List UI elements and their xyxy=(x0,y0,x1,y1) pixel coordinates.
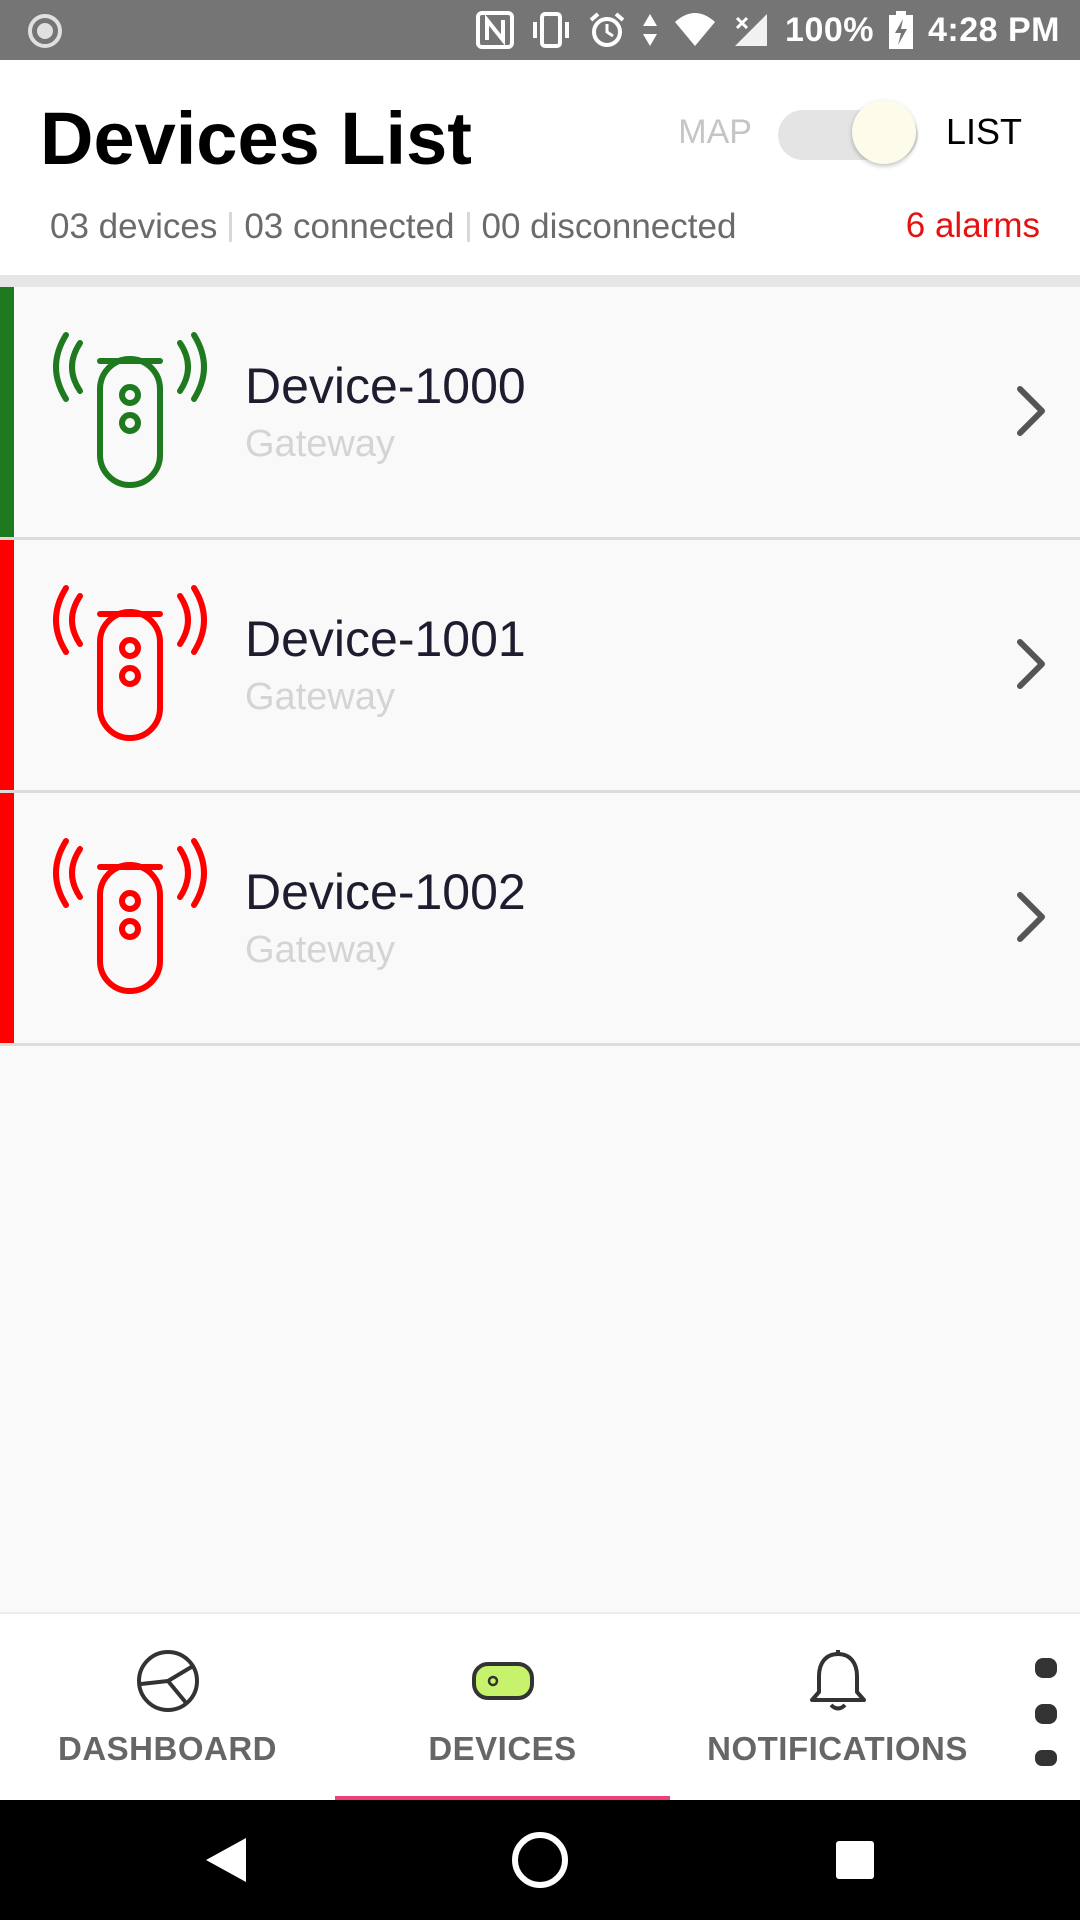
home-icon[interactable] xyxy=(510,1830,570,1890)
device-count: 03 devices xyxy=(50,207,218,246)
device-type: Gateway xyxy=(245,929,395,971)
alarms-count[interactable]: 6 alarms xyxy=(906,206,1040,246)
device-list: Device-1000 Gateway Device-1001 Gateway xyxy=(0,287,1080,1046)
nav-devices[interactable]: DEVICES xyxy=(335,1614,670,1802)
gateway-icon xyxy=(53,838,207,994)
nav-label: DASHBOARD xyxy=(58,1730,277,1767)
list-view-label[interactable]: LIST xyxy=(946,111,1022,153)
pie-chart-icon xyxy=(133,1646,203,1716)
disconnected-count: 00 disconnected xyxy=(481,207,737,246)
device-name: Device-1002 xyxy=(245,864,526,920)
battery-percent: 100% xyxy=(785,10,874,49)
map-view-label[interactable]: MAP xyxy=(678,113,752,152)
list-item[interactable]: Device-1000 Gateway xyxy=(0,287,1080,540)
status-indicator xyxy=(0,287,14,537)
chevron-right-icon xyxy=(1017,639,1045,689)
header-divider xyxy=(0,275,1080,287)
status-indicator xyxy=(0,793,14,1043)
device-type: Gateway xyxy=(245,676,395,718)
vibrate-icon xyxy=(529,10,573,50)
switch-thumb xyxy=(851,100,916,164)
chevron-right-icon xyxy=(1017,892,1045,942)
back-icon[interactable] xyxy=(195,1830,255,1890)
alarm-icon xyxy=(587,10,627,50)
recents-icon[interactable] xyxy=(825,1830,885,1890)
system-nav-bar xyxy=(0,1800,1080,1920)
more-vertical-icon[interactable] xyxy=(1026,1646,1066,1766)
list-item[interactable]: Device-1001 Gateway xyxy=(0,540,1080,793)
nav-dashboard[interactable]: DASHBOARD xyxy=(0,1614,335,1802)
page-title: Devices List xyxy=(40,97,472,180)
gateway-icon xyxy=(53,332,207,488)
device-type: Gateway xyxy=(245,423,395,465)
connected-count: 03 connected xyxy=(244,207,455,246)
device-icon xyxy=(468,1646,538,1716)
gateway-icon xyxy=(53,585,207,741)
device-summary: 03 devices 03 connected 00 disconnected xyxy=(50,202,1040,252)
summary-divider xyxy=(466,212,470,242)
data-arrows-icon xyxy=(641,10,659,50)
battery-charging-icon xyxy=(888,10,914,50)
header: Devices List MAP LIST 03 devices 03 conn… xyxy=(0,60,1080,275)
nav-label: DEVICES xyxy=(428,1730,577,1767)
clock: 4:28 PM xyxy=(928,10,1060,49)
status-indicator xyxy=(0,540,14,790)
device-name: Device-1001 xyxy=(245,611,526,667)
nfc-icon xyxy=(475,10,515,50)
nav-notifications[interactable]: NOTIFICATIONS xyxy=(670,1614,1005,1802)
signal-icon xyxy=(731,10,771,50)
record-icon xyxy=(28,14,62,48)
bell-icon xyxy=(803,1646,873,1716)
summary-divider xyxy=(229,212,233,242)
wifi-icon xyxy=(673,10,717,50)
bottom-nav: DASHBOARD DEVICES NOTIFICATIONS xyxy=(0,1612,1080,1802)
view-toggle: MAP LIST xyxy=(678,94,1022,170)
nav-label: NOTIFICATIONS xyxy=(707,1730,968,1767)
device-name: Device-1000 xyxy=(245,358,526,414)
list-item[interactable]: Device-1002 Gateway xyxy=(0,793,1080,1046)
status-bar: 100% 4:28 PM xyxy=(0,0,1080,60)
map-list-switch[interactable] xyxy=(777,96,918,168)
chevron-right-icon xyxy=(1017,386,1045,436)
